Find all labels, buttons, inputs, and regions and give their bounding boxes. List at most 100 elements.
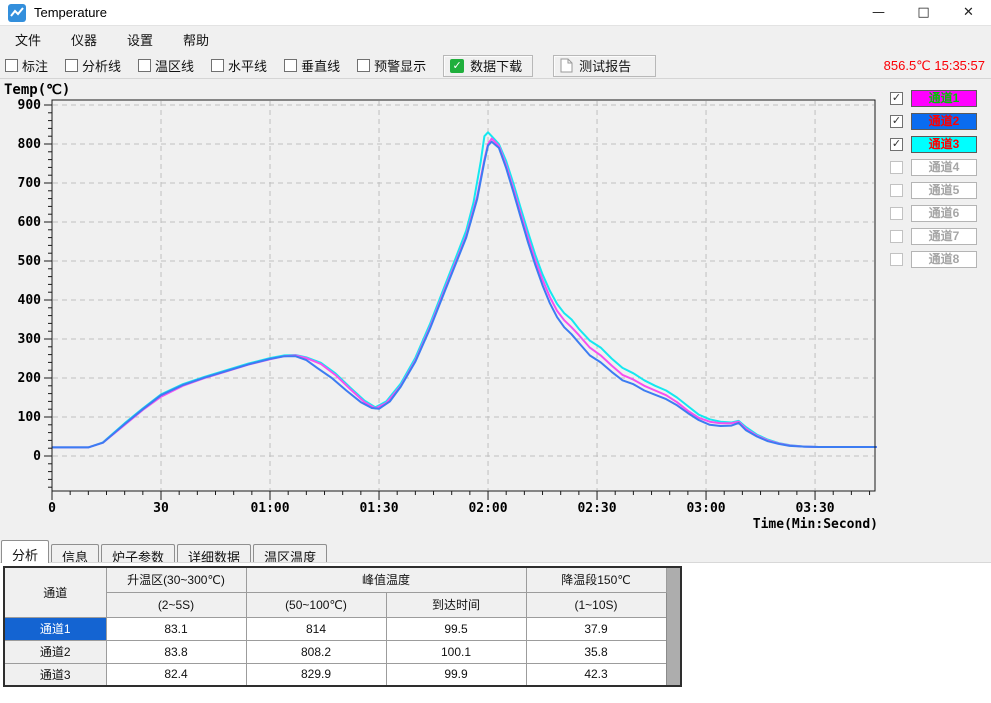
channel-5-button[interactable]: 通道5 <box>911 182 977 199</box>
cell-rise: 83.1 <box>106 617 246 640</box>
x-axis-title: Time(Min:Second) <box>753 517 878 532</box>
axis-ticks <box>44 105 870 500</box>
channel-2-checkbox[interactable]: ✓ <box>890 115 903 128</box>
svg-text:03:00: 03:00 <box>686 501 725 516</box>
col-header-cool-zone: 降温段150℃ <box>526 567 666 592</box>
channel-7-checkbox[interactable] <box>890 230 903 243</box>
menu-instrument[interactable]: 仪器 <box>60 26 108 53</box>
svg-text:01:30: 01:30 <box>359 501 398 516</box>
zone-line-label: 温区线 <box>155 56 194 75</box>
svg-text:300: 300 <box>18 332 42 347</box>
y-axis-title: Temp(℃) <box>4 82 70 98</box>
test-report-label: 测试报告 <box>579 56 631 75</box>
cell-rise: 82.4 <box>106 663 246 686</box>
tab-oven-params[interactable]: 炉子参数 <box>101 544 175 563</box>
minimize-button[interactable]: — <box>856 0 901 25</box>
channel-legend: ✓ 通道1 ✓ 通道2 ✓ 通道3 通道4 通道5 通道6 通道7 通 <box>890 90 977 274</box>
checkbox-group-vertical-line: 垂直线 <box>284 56 340 75</box>
legend-row: 通道6 <box>890 205 977 222</box>
test-report-button[interactable]: 测试报告 <box>553 55 656 77</box>
channel-6-checkbox[interactable] <box>890 207 903 220</box>
svg-text:0: 0 <box>33 449 41 464</box>
cell-peak-time: 99.5 <box>386 617 526 640</box>
series-通道2 <box>52 142 877 448</box>
data-download-button[interactable]: ✓ 数据下载 <box>443 55 533 77</box>
vertical-line-checkbox[interactable] <box>284 59 297 72</box>
series-通道1 <box>52 139 877 448</box>
svg-text:01:00: 01:00 <box>250 501 289 516</box>
legend-row: ✓ 通道2 <box>890 113 977 130</box>
channel-1-button[interactable]: 通道1 <box>911 90 977 107</box>
temperature-time-status: 856.5℃ 15:35:57 <box>884 58 985 74</box>
cell-peak-time: 99.9 <box>386 663 526 686</box>
download-check-icon: ✓ <box>450 59 464 73</box>
row-channel-2[interactable]: 通道2 <box>4 640 106 663</box>
row-channel-3[interactable]: 通道3 <box>4 663 106 686</box>
channel-4-checkbox[interactable] <box>890 161 903 174</box>
close-button[interactable]: ✕ <box>946 0 991 25</box>
svg-text:700: 700 <box>18 176 42 191</box>
checkbox-group-alert-display: 预警显示 <box>357 56 426 75</box>
svg-text:400: 400 <box>18 293 42 308</box>
channel-5-checkbox[interactable] <box>890 184 903 197</box>
document-icon <box>560 58 573 73</box>
tab-info[interactable]: 信息 <box>51 544 99 563</box>
bottom-tab-bar: 分析 信息 炉子参数 详细数据 温区温度 <box>0 540 991 563</box>
table-scrollbar[interactable] <box>666 567 681 686</box>
window-title: Temperature <box>34 5 107 20</box>
tab-zone-temp[interactable]: 温区温度 <box>253 544 327 563</box>
channel-2-button[interactable]: 通道2 <box>911 113 977 130</box>
channel-3-button[interactable]: 通道3 <box>911 136 977 153</box>
svg-text:900: 900 <box>18 98 42 113</box>
horizontal-line-checkbox[interactable] <box>211 59 224 72</box>
alert-display-label: 预警显示 <box>374 56 426 75</box>
subheader-cool-range: (1~10S) <box>526 592 666 617</box>
axis-labels: 010020030040050060070080090003001:0001:3… <box>4 82 878 532</box>
tab-analysis[interactable]: 分析 <box>1 540 49 563</box>
maximize-button[interactable]: □ <box>901 0 946 25</box>
row-channel-1[interactable]: 通道1 <box>4 617 106 640</box>
channel-1-checkbox[interactable]: ✓ <box>890 92 903 105</box>
legend-row: 通道5 <box>890 182 977 199</box>
svg-text:800: 800 <box>18 137 42 152</box>
legend-row: 通道4 <box>890 159 977 176</box>
channel-3-checkbox[interactable]: ✓ <box>890 138 903 151</box>
cell-peak-time: 100.1 <box>386 640 526 663</box>
temperature-chart[interactable]: 010020030040050060070080090003001:0001:3… <box>0 79 884 540</box>
tab-detail-data[interactable]: 详细数据 <box>177 544 251 563</box>
subheader-rise-range: (2~5S) <box>106 592 246 617</box>
menu-file[interactable]: 文件 <box>4 26 52 53</box>
cell-peak-temp: 829.9 <box>246 663 386 686</box>
alert-display-checkbox[interactable] <box>357 59 370 72</box>
horizontal-line-label: 水平线 <box>228 56 267 75</box>
legend-row: 通道7 <box>890 228 977 245</box>
legend-row: ✓ 通道1 <box>890 90 977 107</box>
cell-cool: 37.9 <box>526 617 666 640</box>
zone-line-checkbox[interactable] <box>138 59 151 72</box>
menu-bar: 文件 仪器 设置 帮助 <box>0 26 991 53</box>
menu-settings[interactable]: 设置 <box>116 26 164 53</box>
legend-row: ✓ 通道3 <box>890 136 977 153</box>
cell-peak-temp: 814 <box>246 617 386 640</box>
analysis-table: 通道 升温区(30~300℃) 峰值温度 降温段150℃ (2~5S) (50~… <box>3 566 682 687</box>
menu-help[interactable]: 帮助 <box>172 26 220 53</box>
channel-8-checkbox[interactable] <box>890 253 903 266</box>
channel-8-button[interactable]: 通道8 <box>911 251 977 268</box>
channel-6-button[interactable]: 通道6 <box>911 205 977 222</box>
channel-4-button[interactable]: 通道4 <box>911 159 977 176</box>
analysis-line-checkbox[interactable] <box>65 59 78 72</box>
col-header-channel: 通道 <box>4 567 106 617</box>
cell-cool: 35.8 <box>526 640 666 663</box>
svg-text:02:00: 02:00 <box>468 501 507 516</box>
cell-rise: 83.8 <box>106 640 246 663</box>
annotation-label: 标注 <box>22 56 48 75</box>
annotation-checkbox[interactable] <box>5 59 18 72</box>
vertical-line-label: 垂直线 <box>301 56 340 75</box>
checkbox-group-horizontal-line: 水平线 <box>211 56 267 75</box>
svg-text:02:30: 02:30 <box>577 501 616 516</box>
table-row: 通道2 83.8 808.2 100.1 35.8 <box>4 640 681 663</box>
checkbox-group-zone-line: 温区线 <box>138 56 194 75</box>
svg-text:0: 0 <box>48 501 56 516</box>
subheader-peak-range: (50~100℃) <box>246 592 386 617</box>
channel-7-button[interactable]: 通道7 <box>911 228 977 245</box>
